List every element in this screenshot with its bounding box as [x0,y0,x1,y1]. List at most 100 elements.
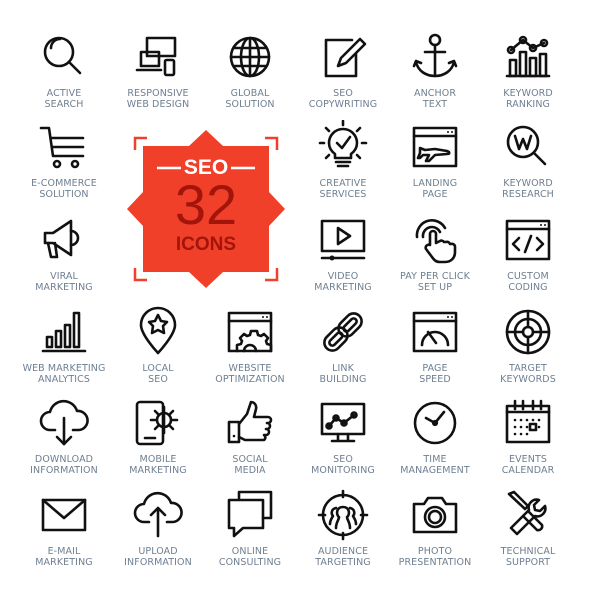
icon-label-line-2: RESEARCH [502,189,554,200]
icon-label-line-2: ANALYTICS [37,374,91,385]
icon-tile: KEYWORD RESEARCH [480,120,576,212]
icon-label: VIRAL MARKETING [16,271,112,293]
icon-label-line-2: OPTIMIZATION [215,374,285,385]
icon-label-line-1: LANDING [412,178,458,189]
icon-label-line-2: MARKETING [129,465,187,476]
icon-label-line-1: UPLOAD [138,546,178,557]
icon-tile: CREATIVE SERVICES [295,120,391,212]
chain-link-icon [323,312,363,352]
icon-tile: TECHNICAL SUPPORT [480,488,576,580]
icon-tile: PAGE SPEED [387,305,483,397]
icon-label: EVENTS CALENDAR [480,454,576,476]
icon-label-line-1: MOBILE [139,454,177,465]
icon-tile: PAY PER CLICK SET UP [387,213,483,305]
icon-label-line-1: TECHNICAL [500,546,556,557]
magnifier-icon [43,36,82,75]
icon-label-line-2: COPYWRITING [308,99,378,110]
icon-tile: RESPONSIVE WEB DESIGN [110,30,206,122]
icon-label-line-2: SET UP [417,282,453,293]
icon-tile: WEBSITE OPTIMIZATION [202,305,298,397]
map-pin-star-icon [139,306,177,355]
icon-tile: SEO COPYWRITING [295,30,391,122]
icon-label: ANCHOR TEXT [387,88,483,110]
cloud-upload-icon [133,491,183,538]
icon-tile: SOCIAL MEDIA [202,396,298,488]
calendar-icon [505,399,551,444]
icon-label-line-2: INFORMATION [124,557,192,568]
icon-label: KEYWORD RESEARCH [480,178,576,200]
icon-label: PAY PER CLICK SET UP [387,271,483,293]
icon-label: VIDEO MARKETING [295,271,391,293]
icon-label-line-1: KEYWORD [503,178,553,189]
icon-label: ONLINE CONSULTING [202,546,298,568]
icon-label: E-MAIL MARKETING [16,546,112,568]
icon-label-line-2: SEO [148,374,168,385]
icon-label-line-1: TIME [423,454,447,465]
icon-tile: ONLINE CONSULTING [202,488,298,580]
video-player-icon [320,219,366,261]
badge-subtitle: ICONS [175,234,237,255]
icon-label: TIME MANAGEMENT [387,454,483,476]
icon-tile: E-COMMERCE SOLUTION [16,120,112,212]
icon-label: WEBSITE OPTIMIZATION [202,363,298,385]
icon-tile: TARGET KEYWORDS [480,305,576,397]
icon-label-line-1: WEB MARKETING [22,363,106,374]
icon-label: E-COMMERCE SOLUTION [16,178,112,200]
icon-label: LANDING PAGE [387,178,483,200]
icon-label-line-1: GLOBAL [230,88,270,99]
icon-label: PAGE SPEED [387,363,483,385]
mobile-gear-icon [135,400,179,446]
icon-label-line-1: TARGET [509,363,547,374]
icon-label-line-1: ONLINE [231,546,269,557]
icon-tile: SEO MONITORING [295,396,391,488]
icon-label-line-1: PAGE [422,363,448,374]
clock-icon [413,401,457,445]
icon-label-line-2: SOLUTION [39,189,89,200]
icon-label-line-2: SEARCH [44,99,84,110]
icon-label-line-1: DOWNLOAD [34,454,94,465]
badge-count: 32 [174,173,238,236]
icon-label-line-1: RESPONSIVE [127,88,189,99]
anchor-icon [412,33,458,78]
icon-tile: GLOBAL SOLUTION [202,30,298,122]
icon-label-line-2: CONSULTING [218,557,282,568]
icon-label-line-1: PHOTO [417,546,453,557]
pencil-square-icon [324,37,367,78]
icon-label: GLOBAL SOLUTION [202,88,298,110]
icon-label: MOBILE MARKETING [110,454,206,476]
icon-tile: TIME MANAGEMENT [387,396,483,488]
megaphone-icon [43,219,80,259]
icon-tile: DOWNLOAD INFORMATION [16,396,112,488]
icon-tile: VIDEO MARKETING [295,213,391,305]
icon-label: UPLOAD INFORMATION [110,546,206,568]
icon-label-line-2: MARKETING [35,282,93,293]
icon-label-line-1: E-COMMERCE [31,178,97,189]
target-icon [505,309,551,355]
browser-gauge-icon [412,311,458,353]
icon-label-line-2: SOLUTION [225,99,275,110]
icon-label-line-2: MARKETING [35,557,93,568]
icon-tile: VIRAL MARKETING [16,213,112,305]
icon-label-line-2: MEDIA [234,465,266,476]
icon-label: CUSTOM CODING [480,271,576,293]
icon-label: TECHNICAL SUPPORT [480,546,576,568]
icon-label-line-1: ACTIVE [46,88,82,99]
icon-label-line-2: SPEED [419,374,451,385]
icon-label-line-1: PAY PER CLICK [400,271,470,282]
icon-label-line-2: PRESENTATION [398,557,472,568]
icon-tile: EVENTS CALENDAR [480,396,576,488]
icon-label-line-2: PAGE [422,189,448,200]
icon-label: SOCIAL MEDIA [202,454,298,476]
icon-label-line-2: CODING [508,282,548,293]
icon-tile: LANDING PAGE [387,120,483,212]
icon-label: ACTIVE SEARCH [16,88,112,110]
icon-tile: PHOTO PRESENTATION [387,488,483,580]
icon-label-line-1: E-MAIL [47,546,81,557]
camera-icon [412,496,458,534]
icon-tile: AUDIENCE TARGETING [295,488,391,580]
keyword-search-icon [506,125,547,166]
wrench-screwdriver-icon [507,490,547,536]
audience-target-icon [317,489,369,541]
icon-label: AUDIENCE TARGETING [295,546,391,568]
cloud-download-icon [39,399,89,446]
